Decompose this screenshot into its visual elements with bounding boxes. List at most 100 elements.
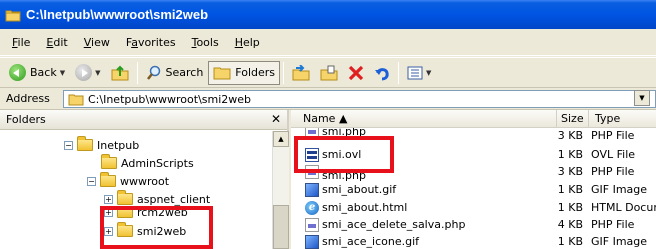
folder-icon	[68, 94, 84, 105]
back-button[interactable]: Back ▼	[4, 61, 70, 85]
address-dropdown-button[interactable]: ▼	[634, 90, 650, 106]
highlight-box	[294, 136, 394, 173]
back-arrow-icon	[9, 64, 26, 81]
folders-scrollbar[interactable]: ▲	[272, 131, 289, 249]
menu-tools[interactable]: Tools	[184, 36, 227, 49]
column-header-name[interactable]: Name ▲	[297, 110, 557, 128]
file-name: smi_ace_delete_salva.php	[322, 218, 466, 231]
address-field[interactable]: C:\Inetpub\wwwroot\smi2web	[63, 90, 656, 108]
folders-pane-title: Folders	[6, 113, 46, 126]
undo-button[interactable]	[369, 61, 395, 85]
folders-icon	[213, 67, 231, 80]
file-type: HTML Docum	[591, 201, 656, 214]
tree-item-label: wwwroot	[120, 174, 170, 188]
forward-dropdown-icon[interactable]: ▼	[95, 69, 100, 77]
delete-icon	[348, 65, 364, 80]
file-list-pane: Name ▲ Size Type smi.php 3 KB PHP File s…	[291, 110, 656, 249]
tree-item-inetpub[interactable]: − Inetpub	[64, 136, 139, 154]
move-to-icon	[292, 64, 310, 80]
collapse-icon[interactable]: −	[64, 140, 73, 150]
highlight-box	[100, 206, 213, 249]
folder-icon	[100, 172, 116, 187]
file-type: OVL File	[591, 148, 636, 161]
column-header-type[interactable]: Type	[589, 110, 656, 128]
scroll-up-icon[interactable]: ▲	[273, 131, 289, 147]
html-document-icon: e	[305, 201, 319, 215]
file-row[interactable]: smi_ace_delete_salva.php 4 KB PHP File	[291, 216, 656, 234]
collapse-icon[interactable]: −	[87, 176, 96, 186]
folder-icon	[5, 8, 21, 22]
menu-file[interactable]: File	[4, 36, 38, 49]
up-folder-button[interactable]	[106, 61, 134, 85]
forward-arrow-icon	[75, 64, 93, 81]
views-icon	[407, 66, 423, 79]
toolbar-separator	[136, 61, 138, 84]
file-size: 4 KB	[557, 218, 583, 231]
column-header-size[interactable]: Size	[557, 110, 589, 128]
menu-view[interactable]: View	[76, 36, 118, 49]
file-size: 3 KB	[557, 129, 583, 142]
copy-to-button[interactable]	[315, 61, 343, 85]
delete-button[interactable]	[343, 61, 369, 85]
address-bar: Address C:\Inetpub\wwwroot\smi2web ▼	[0, 88, 656, 110]
tree-item-wwwroot[interactable]: − wwwroot	[87, 172, 169, 190]
tree-item-label: aspnet_client	[137, 192, 211, 206]
close-icon[interactable]: ✕	[269, 112, 283, 126]
back-dropdown-icon[interactable]: ▼	[60, 69, 65, 77]
file-row[interactable]: smi_ace_icone.gif 1 KB GIF Image	[291, 233, 656, 249]
file-name: smi_ace_icone.gif	[322, 235, 420, 248]
toolbar-separator	[398, 61, 400, 84]
file-size: 1 KB	[557, 201, 583, 214]
address-label: Address	[6, 92, 50, 105]
menu-help[interactable]: Help	[227, 36, 268, 49]
gif-image-icon	[305, 235, 319, 249]
file-name: smi_about.gif	[322, 183, 397, 196]
file-type: GIF Image	[591, 183, 648, 196]
forward-button[interactable]: ▼	[70, 61, 105, 85]
folders-label: Folders	[235, 66, 276, 79]
php-file-icon	[305, 218, 319, 232]
undo-icon	[375, 67, 389, 80]
menu-edit[interactable]: Edit	[38, 36, 75, 49]
file-type: PHP File	[591, 218, 635, 231]
file-size: 3 KB	[557, 165, 583, 178]
file-size: 1 KB	[557, 148, 583, 161]
file-type: PHP File	[591, 129, 635, 142]
address-value: C:\Inetpub\wwwroot\smi2web	[88, 92, 252, 106]
title-bar[interactable]: C:\Inetpub\wwwroot\smi2web	[0, 0, 656, 29]
file-list-header: Name ▲ Size Type	[291, 110, 656, 128]
back-label: Back	[30, 66, 57, 79]
search-label: Search	[165, 66, 204, 79]
file-type: GIF Image	[591, 235, 648, 248]
expand-icon[interactable]: +	[104, 194, 113, 204]
toolbar-separator	[283, 61, 285, 84]
gif-image-icon	[305, 183, 319, 197]
toolbar: Back ▼ ▼ Search Folders ▼	[0, 57, 656, 88]
tree-item-label: Inetpub	[97, 138, 140, 152]
scrollbar-thumb[interactable]	[273, 205, 289, 249]
file-name: smi_about.html	[322, 201, 408, 214]
window-title: C:\Inetpub\wwwroot\smi2web	[26, 7, 209, 22]
move-to-button[interactable]	[287, 61, 315, 85]
views-button[interactable]: ▼	[402, 61, 436, 85]
file-row[interactable]: e smi_about.html 1 KB HTML Docum	[291, 199, 656, 217]
file-size: 1 KB	[557, 183, 583, 196]
folders-button[interactable]: Folders	[208, 60, 281, 85]
file-size: 1 KB	[557, 235, 583, 248]
search-button[interactable]: Search	[141, 61, 209, 85]
file-row[interactable]: smi_about.gif 1 KB GIF Image	[291, 181, 656, 199]
menu-favorites[interactable]: Favorites	[118, 36, 184, 49]
file-type: PHP File	[591, 165, 635, 178]
folder-icon	[117, 190, 133, 205]
folder-icon	[77, 136, 93, 151]
copy-to-icon	[320, 65, 338, 80]
views-dropdown-icon[interactable]: ▼	[426, 69, 431, 77]
up-folder-icon	[111, 65, 128, 80]
folders-pane: Folders ✕ − Inetpub AdminScripts − wwwro…	[0, 110, 289, 249]
tree-item-label: AdminScripts	[121, 156, 194, 170]
tree-item-adminscripts[interactable]: AdminScripts	[101, 154, 194, 172]
menu-bar: File Edit View Favorites Tools Help	[0, 29, 656, 56]
folder-icon	[101, 154, 117, 169]
search-icon	[146, 65, 160, 80]
folders-pane-header: Folders ✕	[0, 110, 287, 130]
